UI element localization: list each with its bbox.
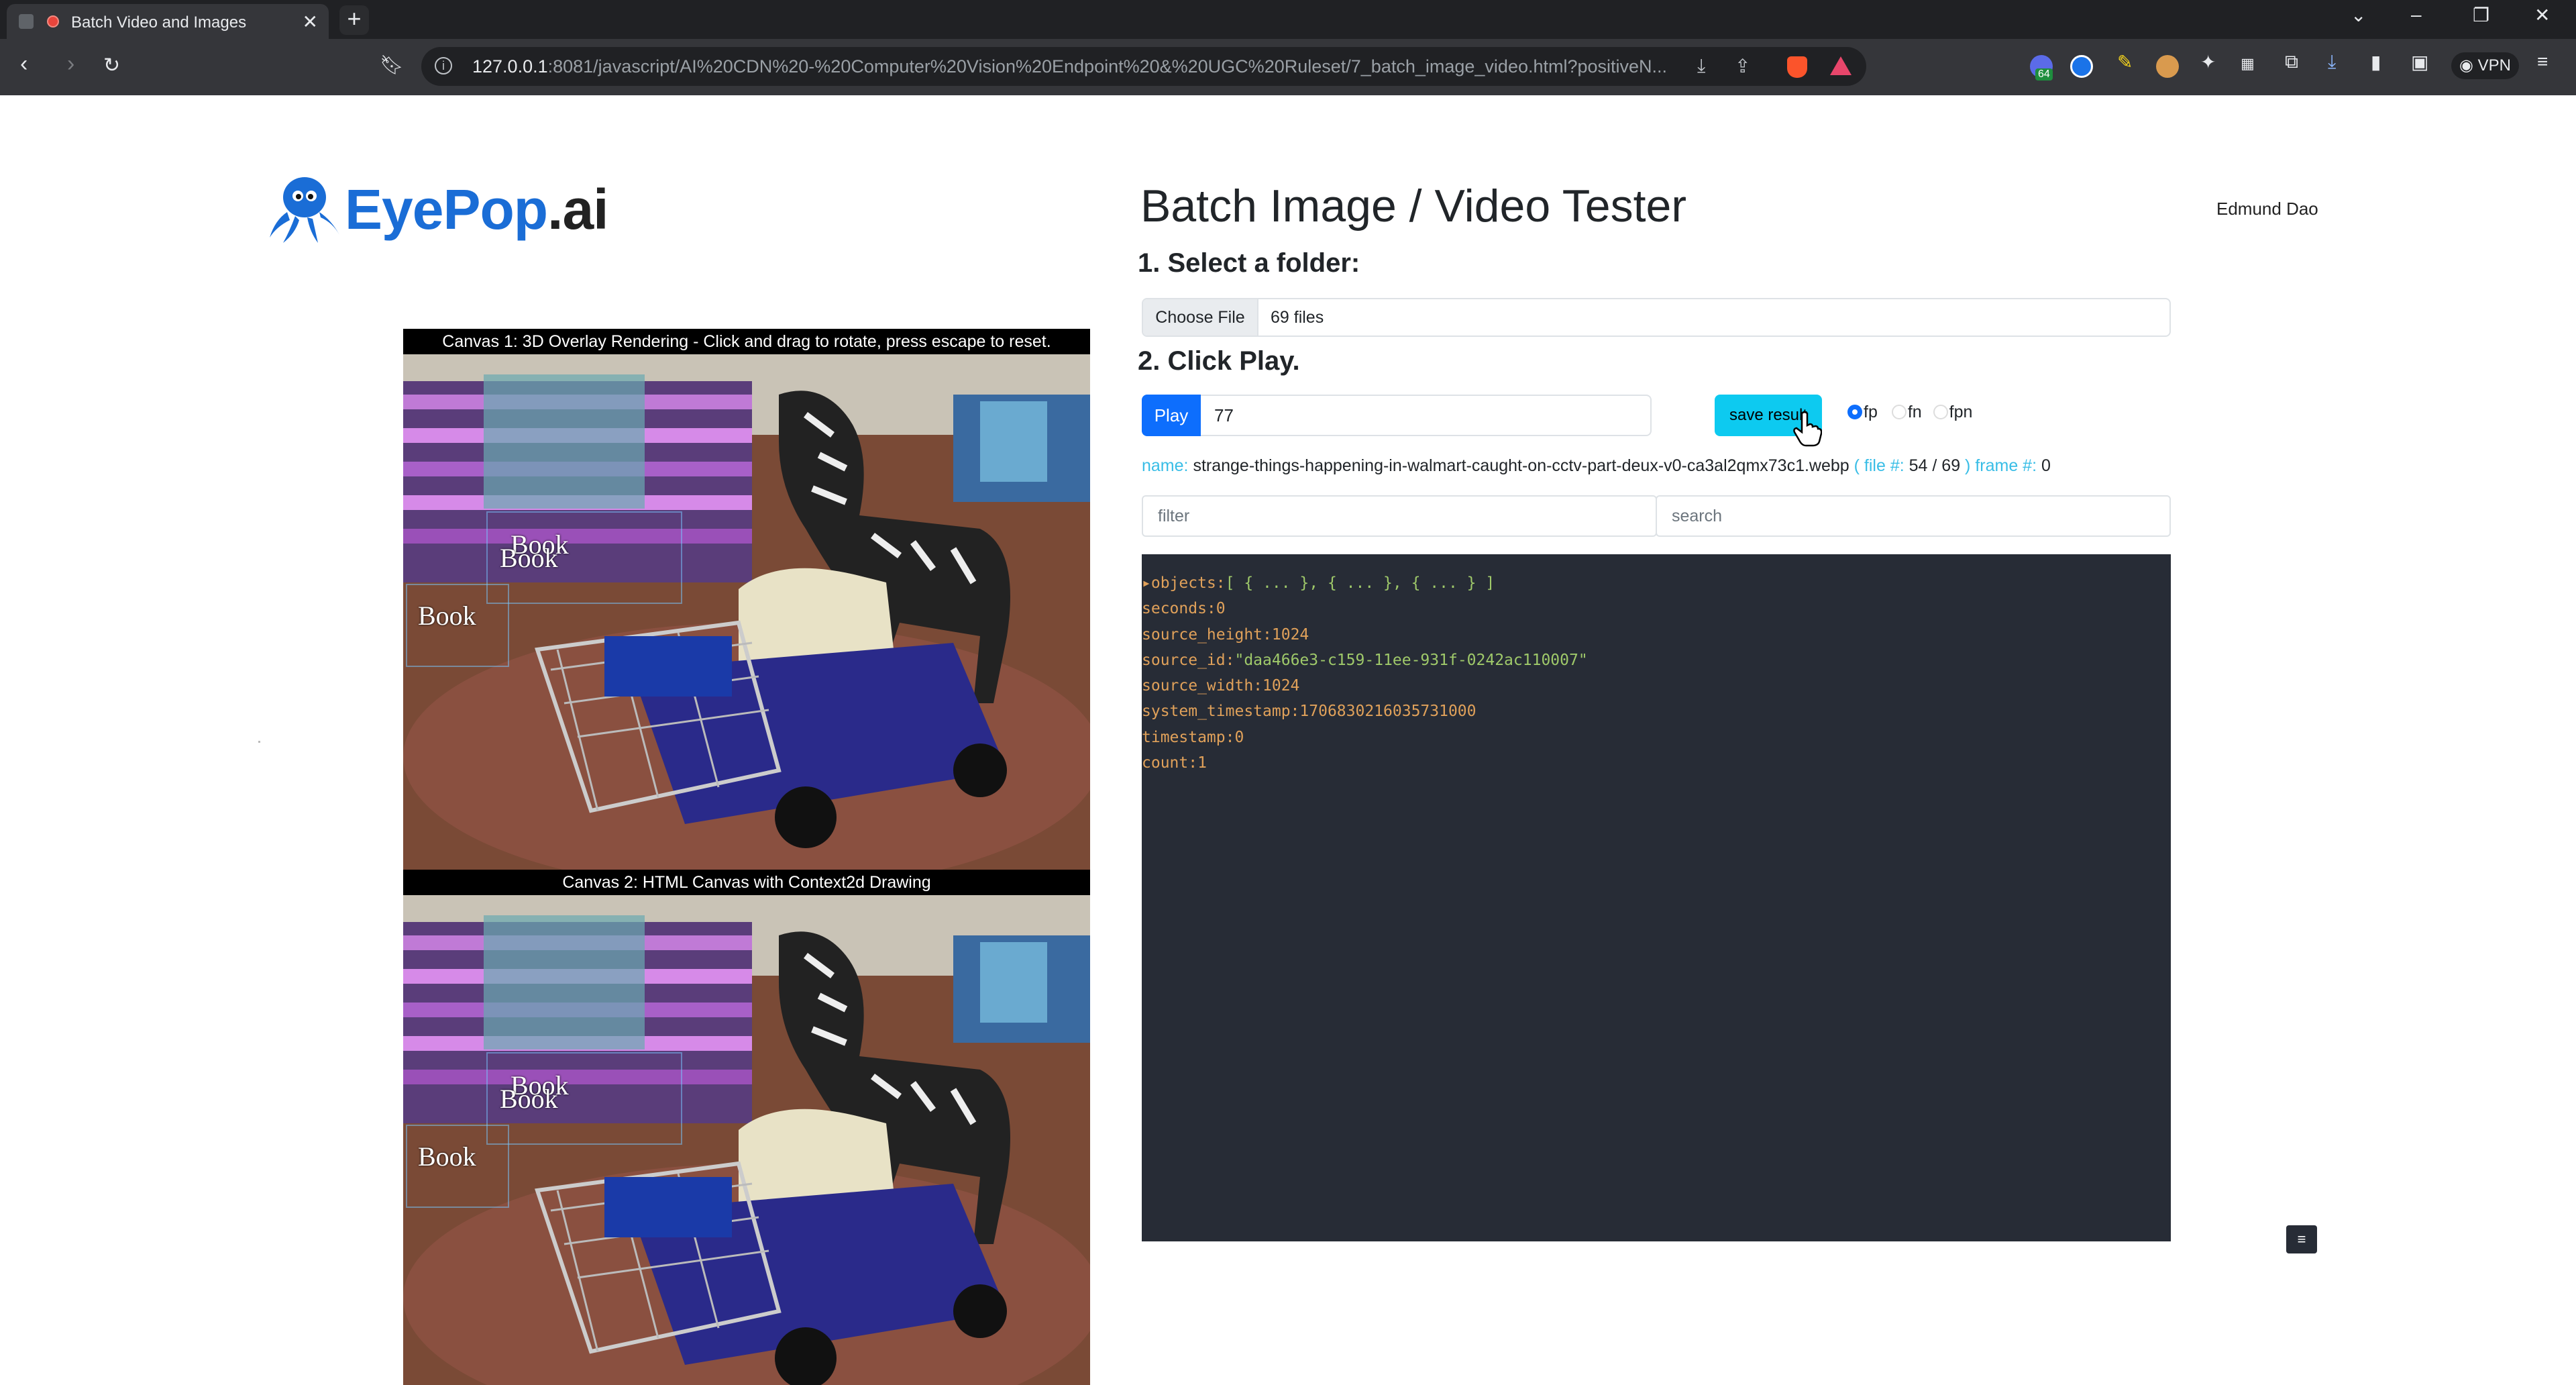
expand-arrow-icon[interactable]: ▸ (1142, 574, 1151, 592)
step1-heading: 1. Select a folder: (1138, 248, 1360, 278)
canvas2-scene[interactable]: Book Book Book (403, 895, 1090, 1385)
json-row: source_height:1024 (1142, 625, 1309, 644)
radio-fn-label: fn (1907, 403, 1922, 421)
file-count: 69 files (1271, 308, 1324, 327)
brave-rewards-icon[interactable] (1830, 56, 1851, 75)
json-row: count:1 (1142, 754, 1207, 772)
current-file-info: name: strange-things-happening-in-walmar… (1142, 456, 2051, 475)
detection-label: Book (418, 1141, 476, 1172)
hand-cursor-icon (1793, 411, 1822, 447)
tab-close-icon[interactable]: ✕ (303, 11, 318, 33)
file-name: strange-things-happening-in-walmart-caug… (1193, 456, 1849, 475)
extensions-icon[interactable]: ⧉ (2285, 51, 2298, 73)
brave-shields-icon[interactable] (1787, 56, 1807, 78)
octopus-logo-icon (270, 177, 339, 243)
address-bar[interactable]: i 127.0.0.1:8081/javascript/AI%20CDN%20-… (421, 47, 1866, 86)
close-window-button[interactable]: ✕ (2534, 4, 2550, 26)
restore-button[interactable]: ❐ (2473, 4, 2489, 26)
canvas2-caption: Canvas 2: HTML Canvas with Context2d Dra… (403, 870, 1090, 895)
vpn-button[interactable]: ◉ VPN (2451, 52, 2519, 79)
page-title: Batch Image / Video Tester (1140, 181, 1686, 232)
file-index: 54 / 69 (1909, 456, 1961, 475)
json-viewer[interactable]: ▸objects:[ { ... }, { ... }, { ... } ] s… (1142, 554, 2171, 1241)
eyepop-logo: EyePop.ai (263, 173, 609, 247)
radio-fp[interactable] (1847, 405, 1862, 419)
json-menu-icon[interactable]: ≡ (2286, 1225, 2317, 1253)
menu-icon[interactable]: ≡ (2537, 51, 2548, 72)
result-type-radio-group: fp fn fpn (1847, 403, 1972, 422)
frame-index: 0 (2041, 456, 2051, 475)
recording-indicator-icon (47, 15, 59, 28)
site-info-icon[interactable]: i (435, 57, 452, 74)
radio-fpn-label: fpn (1949, 403, 1973, 421)
sidebar-icon[interactable]: ▮ (2371, 51, 2381, 73)
user-name: Edmund Dao (2216, 199, 2318, 219)
browser-toolbar: ‹ › ↻ 🔖︎ i 127.0.0.1:8081/javascript/AI%… (0, 39, 2576, 95)
cookie-icon[interactable] (2156, 55, 2179, 78)
browser-tab-bar: Batch Video and Images ✕ + ⌄ – ❐ ✕ (0, 0, 2576, 39)
detection-label: Book (418, 601, 476, 631)
json-row: system_timestamp:1706830216035731000 (1142, 703, 1477, 721)
radio-fp-label: fp (1864, 403, 1878, 421)
extension-badge: 64 (2035, 68, 2053, 81)
play-button[interactable]: Play (1142, 395, 1201, 436)
wallet-icon[interactable]: ▣ (2411, 51, 2428, 73)
json-row: source_width:1024 (1142, 677, 1300, 695)
search-input[interactable]: search (1656, 495, 2171, 537)
tab-search-chevron-icon[interactable]: ⌄ (2351, 4, 2366, 26)
radio-fn[interactable] (1891, 405, 1907, 419)
radio-fpn[interactable] (1933, 405, 1948, 419)
sync-extension-icon[interactable] (2070, 55, 2093, 78)
bookmark-icon[interactable]: 🔖︎ (380, 54, 404, 76)
json-objects-row[interactable]: ▸objects:[ { ... }, { ... }, { ... } ] (1142, 570, 2171, 596)
reload-icon[interactable]: ↻ (103, 54, 120, 77)
browser-tab[interactable]: Batch Video and Images ✕ (7, 4, 329, 39)
back-icon[interactable]: ‹ (20, 51, 28, 77)
highlighter-icon[interactable]: ✎ (2117, 51, 2133, 73)
canvas1-caption: Canvas 1: 3D Overlay Rendering - Click a… (403, 329, 1090, 354)
download-icon[interactable]: ⤓ (1697, 55, 1705, 77)
forward-icon[interactable]: › (67, 51, 74, 77)
puzzle-extension-icon[interactable]: ✦ (2200, 51, 2216, 73)
minimize-button[interactable]: – (2411, 4, 2422, 25)
json-row: source_id:"daa466e3-c159-11ee-931f-0242a… (1142, 651, 1588, 669)
json-row: seconds:0 (1142, 600, 1226, 618)
folder-file-input[interactable]: Choose File 69 files (1142, 298, 2171, 337)
tab-title: Batch Video and Images (71, 13, 247, 32)
canvas1-scene[interactable]: Book Book Book (403, 354, 1090, 871)
detection-label: Book (500, 543, 558, 573)
share-icon[interactable]: ⇪ (1735, 55, 1750, 77)
choose-file-button[interactable]: Choose File (1143, 299, 1258, 336)
play-count-input[interactable]: 77 (1201, 395, 1652, 436)
keyboard-icon[interactable]: ▦ (2241, 55, 2255, 72)
url-text[interactable]: 127.0.0.1:8081/javascript/AI%20CDN%20-%2… (472, 56, 1747, 77)
tab-favicon-icon (19, 14, 34, 29)
stray-dot (258, 741, 260, 743)
filter-input[interactable]: filter (1142, 495, 1657, 537)
downloads-icon[interactable]: ⤓ (2328, 51, 2336, 73)
canvas-2d-drawing[interactable]: Canvas 2: HTML Canvas with Context2d Dra… (403, 870, 1090, 1385)
detection-label: Book (500, 1084, 558, 1114)
new-tab-button[interactable]: + (339, 5, 369, 35)
canvas-3d-overlay[interactable]: Canvas 1: 3D Overlay Rendering - Click a… (403, 329, 1090, 871)
step2-heading: 2. Click Play. (1138, 346, 1300, 376)
json-row: timestamp:0 (1142, 728, 1244, 746)
